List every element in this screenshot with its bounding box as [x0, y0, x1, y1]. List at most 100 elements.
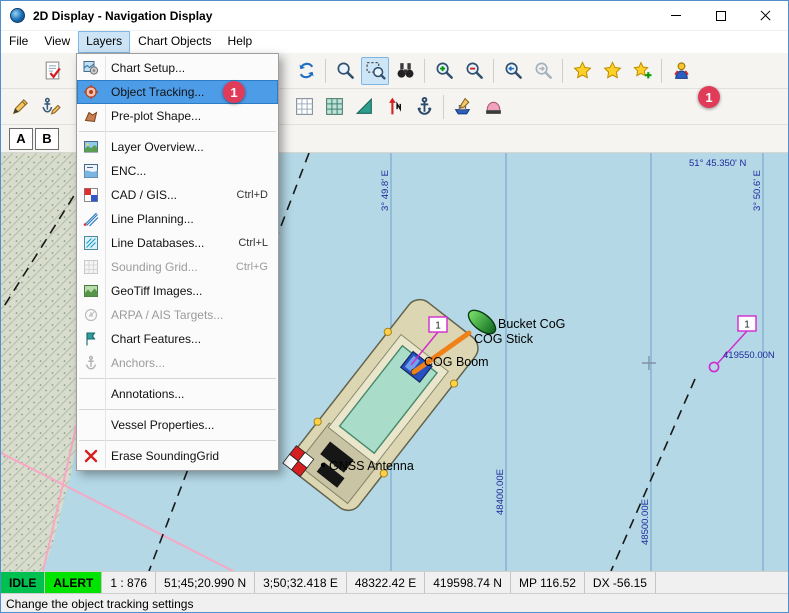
- north-arrow-icon: [384, 96, 405, 117]
- view-b-button[interactable]: B: [35, 128, 59, 150]
- menu-item-chart-features[interactable]: Chart Features...: [77, 327, 278, 351]
- pre-plot-shape-icon: [77, 108, 105, 124]
- menu-separator: [77, 128, 278, 135]
- menu-item-cad-gis[interactable]: CAD / GIS...Ctrl+D: [77, 183, 278, 207]
- toolbar-separator: [493, 59, 494, 83]
- menu-item-object-tracking[interactable]: Object Tracking...1: [77, 80, 278, 104]
- menu-item-sounding-grid: Sounding Grid...Ctrl+G: [77, 255, 278, 279]
- menu-item-chart-setup[interactable]: Chart Setup...: [77, 56, 278, 80]
- status-scale: 1 : 876: [102, 572, 156, 593]
- menu-item-label: CAD / GIS...: [105, 188, 237, 202]
- label-latitude-grid: 51° 45.350' N: [689, 158, 747, 169]
- menu-item-enc[interactable]: ENC...: [77, 159, 278, 183]
- favorite-view-2-button[interactable]: [598, 57, 626, 85]
- vessel-edit-icon: [453, 96, 474, 117]
- close-button[interactable]: [743, 1, 788, 30]
- vessel-edit-button[interactable]: [449, 93, 477, 121]
- menu-chart-objects[interactable]: Chart Objects: [130, 31, 219, 53]
- menu-item-annotations[interactable]: Annotations...: [77, 382, 278, 406]
- anchor-edit-button[interactable]: [36, 93, 64, 121]
- anchors-icon: [77, 355, 105, 371]
- toolbar-separator: [562, 59, 563, 83]
- menu-separator: [77, 437, 278, 444]
- zoom-previous-button[interactable]: [499, 57, 527, 85]
- menu-layers[interactable]: Layers: [78, 31, 130, 53]
- toolbar-separator: [424, 59, 425, 83]
- favorite-add-button[interactable]: [628, 57, 656, 85]
- status-message-bar: Change the object tracking settings: [1, 593, 788, 613]
- menu-item-label: Line Databases...: [105, 236, 238, 250]
- grid-colored-button[interactable]: [320, 93, 348, 121]
- menu-item-line-databases[interactable]: Line Databases...Ctrl+L: [77, 231, 278, 255]
- label-easting-grid-2: 48500.00E: [640, 499, 651, 545]
- chart-features-icon: [77, 331, 105, 347]
- object-tracking-icon: [77, 84, 105, 100]
- maximize-icon: [716, 11, 726, 21]
- menu-item-label: Pre-plot Shape...: [105, 109, 268, 123]
- label-cog-stick: COG Stick: [474, 332, 534, 346]
- cad-gis-icon: [77, 187, 105, 203]
- binoculars-button[interactable]: [391, 57, 419, 85]
- zoom-in-icon: [434, 60, 455, 81]
- dredge-icon: [483, 96, 504, 117]
- menu-separator: [77, 375, 278, 382]
- favorite-add-icon: [632, 60, 653, 81]
- erase-soundinggrid-icon: [77, 448, 105, 464]
- layers-menu-popup: Chart Setup...Object Tracking...1 Pre-plo…: [76, 53, 279, 471]
- menu-item-geotiff-images[interactable]: GeoTiff Images...: [77, 279, 278, 303]
- menu-item-vessel-properties[interactable]: Vessel Properties...: [77, 413, 278, 437]
- status-bar: IDLEALERT1 : 87651;45;20.990 N3;50;32.41…: [1, 571, 788, 593]
- menu-item-label: Chart Features...: [105, 332, 268, 346]
- zoom-out-button[interactable]: [460, 57, 488, 85]
- dredge-button[interactable]: [479, 93, 507, 121]
- menu-bar: File View Layers Chart Objects Help: [1, 31, 788, 53]
- zoom-window-button[interactable]: [361, 57, 389, 85]
- status-latitude: 51;45;20.990 N: [156, 572, 255, 593]
- favorite-view-1-button[interactable]: [568, 57, 596, 85]
- north-arrow-button[interactable]: [380, 93, 408, 121]
- refresh-icon: [296, 60, 317, 81]
- profile-button[interactable]: [350, 93, 378, 121]
- menu-file[interactable]: File: [1, 31, 36, 53]
- menu-item-layer-overview[interactable]: Layer Overview...: [77, 135, 278, 159]
- status-dx: DX -56.15: [585, 572, 656, 593]
- label-longitude-grid-2: 3° 50.6' E: [752, 170, 763, 211]
- menu-item-pre-plot-shape[interactable]: Pre-plot Shape...: [77, 104, 278, 128]
- view-a-button[interactable]: A: [9, 128, 33, 150]
- menu-item-label: Erase SoundingGrid: [105, 449, 268, 463]
- menu-view[interactable]: View: [36, 31, 78, 53]
- grid-colored-icon: [324, 96, 345, 117]
- minimize-button[interactable]: [653, 1, 698, 30]
- status-idle: IDLE: [1, 572, 45, 593]
- object-tracking-toolbar-button[interactable]: [667, 57, 695, 85]
- grid-button[interactable]: [290, 93, 318, 121]
- title-bar: 2D Display - Navigation Display: [1, 1, 788, 31]
- app-window: 2D Display - Navigation Display File Vie…: [0, 0, 789, 613]
- line-planning-icon: [77, 211, 105, 227]
- anchor-button[interactable]: [410, 93, 438, 121]
- minimize-icon: [671, 15, 681, 16]
- label-bucket-cog: Bucket CoG: [498, 317, 565, 331]
- menu-item-label: Vessel Properties...: [105, 418, 268, 432]
- zoom-button[interactable]: [331, 57, 359, 85]
- edit-button[interactable]: [6, 93, 34, 121]
- tutorial-step-badge: 1: [698, 86, 720, 108]
- menu-help[interactable]: Help: [220, 31, 261, 53]
- refresh-button[interactable]: [292, 57, 320, 85]
- menu-item-line-planning[interactable]: Line Planning...: [77, 207, 278, 231]
- menu-item-label: Layer Overview...: [105, 140, 268, 154]
- menu-item-shortcut: Ctrl+L: [238, 237, 278, 249]
- menu-item-erase-soundinggrid[interactable]: Erase SoundingGrid: [77, 444, 278, 468]
- anchor-edit-icon: [40, 96, 61, 117]
- favorite-view-2-icon: [602, 60, 623, 81]
- menu-item-label: Anchors...: [105, 356, 268, 370]
- sounding-grid-icon: [77, 259, 105, 275]
- zoom-in-button[interactable]: [430, 57, 458, 85]
- checklist-button[interactable]: [38, 57, 66, 85]
- maximize-button[interactable]: [698, 1, 743, 30]
- menu-item-shortcut: Ctrl+D: [237, 189, 278, 201]
- edit-icon: [10, 96, 31, 117]
- arpa-ais-icon: [77, 307, 105, 323]
- status-easting: 48322.42 E: [347, 572, 425, 593]
- tutorial-step-badge: 1: [223, 81, 245, 103]
